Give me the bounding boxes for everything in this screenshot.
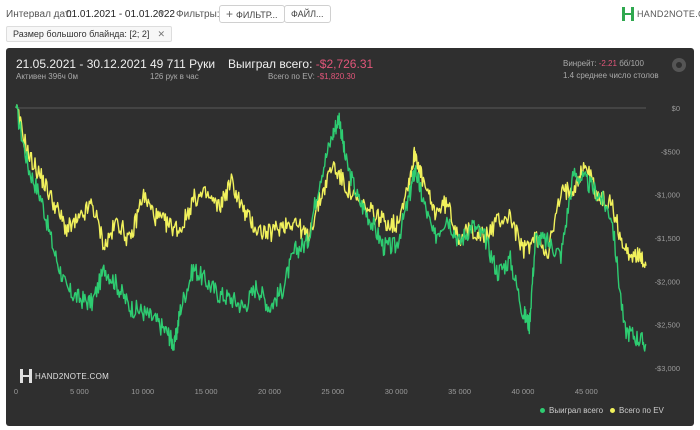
y-tick-label: -$2,000 bbox=[655, 277, 680, 286]
y-axis-ticks: $0 -$500 -$1,000 -$1,500 -$2,000 -$2,500 -$3,0… bbox=[655, 104, 680, 373]
plus-icon: + bbox=[226, 7, 234, 21]
x-tick-label: 45 000 bbox=[575, 387, 598, 396]
y-tick-label: -$500 bbox=[661, 147, 680, 156]
x-tick-label: 40 000 bbox=[511, 387, 534, 396]
legend-label-ev: Всего по EV bbox=[619, 406, 664, 415]
legend-dot-won bbox=[540, 408, 545, 413]
file-button-label: ФАЙЛ... bbox=[291, 9, 324, 19]
active-filter-label: Размер большого блайнда: [2; 2] bbox=[13, 29, 150, 39]
y-tick-label: -$1,500 bbox=[655, 234, 680, 243]
x-tick-label: 0 bbox=[14, 387, 18, 396]
y-tick-label: -$1,000 bbox=[655, 191, 680, 200]
y-tick-label: -$3,000 bbox=[655, 364, 680, 373]
x-tick-label: 35 000 bbox=[448, 387, 471, 396]
watermark-text: HAND2NOTE.COM bbox=[35, 371, 110, 381]
legend-dot-ev bbox=[610, 408, 615, 413]
file-button[interactable]: ФАЙЛ... bbox=[284, 5, 331, 23]
y-tick-label: -$2,500 bbox=[655, 321, 680, 330]
x-tick-label: 25 000 bbox=[321, 387, 344, 396]
h-logo-icon bbox=[622, 7, 634, 21]
x-tick-label: 10 000 bbox=[131, 387, 154, 396]
active-filter-chip[interactable]: Размер большого блайнда: [2; 2] ✕ bbox=[6, 26, 172, 42]
logo-text: HAND2NOTE.COM bbox=[637, 9, 700, 19]
x-tick-label: 30 000 bbox=[385, 387, 408, 396]
legend-label-won: Выиграл всего bbox=[549, 406, 604, 415]
watermark: HAND2NOTE.COM bbox=[20, 369, 109, 383]
y-tick-label: $0 bbox=[672, 104, 680, 113]
close-icon[interactable]: ✕ bbox=[157, 29, 165, 39]
series-line-won bbox=[15, 104, 647, 352]
legend-item-ev[interactable]: Всего по EV bbox=[610, 406, 664, 415]
filters-label: Фильтры: bbox=[176, 9, 220, 20]
x-axis-ticks: 0 5 000 10 000 15 000 20 000 25 000 30 000 35 0… bbox=[14, 387, 598, 396]
interval-label: Интервал дат: bbox=[6, 9, 73, 20]
legend-item-won[interactable]: Выиграл всего bbox=[540, 406, 603, 415]
toolbar: Интервал дат: 01.01.2021 - 01.01.2022 ▼ … bbox=[0, 0, 700, 26]
x-tick-label: 5 000 bbox=[70, 387, 89, 396]
graph-panel: 21.05.2021 - 30.12.2021 Активен 396ч 0м … bbox=[6, 48, 694, 426]
h-logo-icon bbox=[20, 369, 32, 383]
x-tick-label: 15 000 bbox=[195, 387, 218, 396]
hand2note-logo: HAND2NOTE.COM bbox=[622, 6, 700, 22]
x-tick-label: 20 000 bbox=[258, 387, 281, 396]
series-lines bbox=[15, 104, 647, 352]
bankroll-chart: $0 -$500 -$1,000 -$1,500 -$2,000 -$2,500 -$3,0… bbox=[14, 104, 680, 396]
chevron-down-icon[interactable]: ▼ bbox=[158, 9, 166, 18]
filter-button[interactable]: + ФИЛЬТР... bbox=[219, 5, 285, 23]
filter-button-label: ФИЛЬТР... bbox=[236, 10, 278, 20]
